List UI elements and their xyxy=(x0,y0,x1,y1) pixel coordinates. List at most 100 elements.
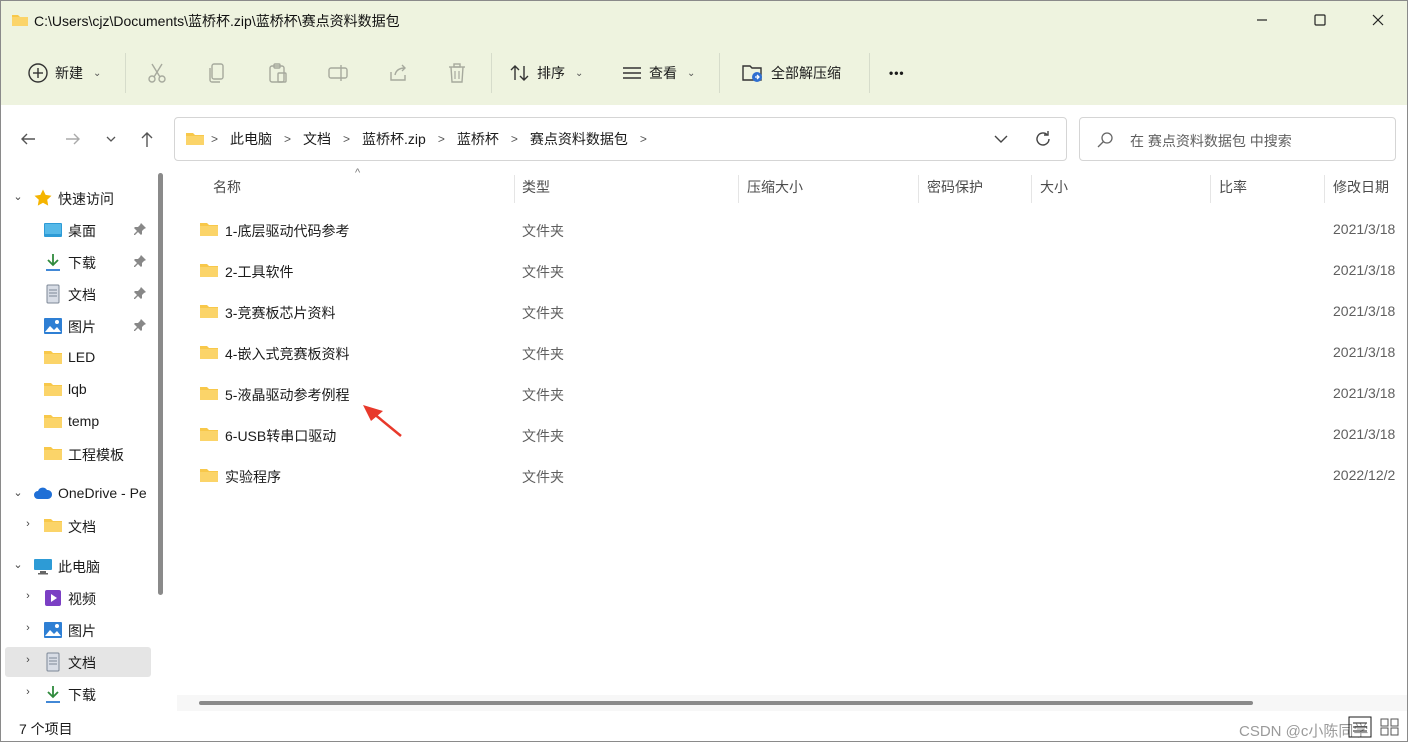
nav-item-downloads[interactable]: 下载 xyxy=(1,247,161,277)
list-view-icon xyxy=(623,67,641,79)
nav-label: 此电脑 xyxy=(58,559,100,575)
back-button[interactable] xyxy=(14,125,42,153)
column-divider[interactable] xyxy=(1031,175,1032,203)
extract-folder-icon xyxy=(742,65,762,82)
search-placeholder: 在 赛点资料数据包 中搜索 xyxy=(1130,133,1292,149)
chevron-right-icon[interactable]: › xyxy=(21,686,35,698)
paste-button[interactable] xyxy=(267,45,289,101)
delete-button[interactable] xyxy=(447,45,467,101)
share-button[interactable] xyxy=(387,45,409,101)
up-button[interactable] xyxy=(133,125,161,153)
chevron-right-icon[interactable]: > xyxy=(509,132,520,146)
scrollbar-thumb[interactable] xyxy=(199,701,1253,705)
extract-all-button[interactable]: 全部解压缩 xyxy=(741,45,841,101)
column-divider[interactable] xyxy=(1210,175,1211,203)
pin-icon[interactable] xyxy=(133,222,147,239)
breadcrumb-item[interactable]: 赛点资料数据包 xyxy=(520,129,638,149)
nav-item-onedrive-documents[interactable]: › 文档 xyxy=(1,511,161,541)
chevron-right-icon[interactable]: › xyxy=(21,622,35,634)
pin-icon[interactable] xyxy=(133,254,147,271)
nav-label: 文档 xyxy=(68,519,96,535)
address-row: > 此电脑 > 文档 > 蓝桥杯.zip > 蓝桥杯 > 赛点资料数据包 > 在… xyxy=(1,105,1407,169)
nav-item-pc-documents[interactable]: › 文档 xyxy=(1,647,161,677)
chevron-right-icon[interactable]: > xyxy=(341,132,352,146)
pin-icon[interactable] xyxy=(133,286,147,303)
nav-this-pc[interactable]: ⌄ 此电脑 xyxy=(1,551,161,581)
view-button[interactable]: 查看 ⌄ xyxy=(621,45,695,101)
file-row[interactable]: 4-嵌入式竞赛板资料 文件夹 2021/3/18 xyxy=(177,335,1407,371)
chevron-right-icon[interactable]: › xyxy=(21,654,35,666)
item-count: 7 个项目 xyxy=(19,721,73,737)
chevron-right-icon[interactable]: > xyxy=(282,132,293,146)
nav-item-temp[interactable]: temp xyxy=(1,407,161,437)
column-divider[interactable] xyxy=(514,175,515,203)
maximize-button[interactable] xyxy=(1291,1,1349,39)
column-divider[interactable] xyxy=(738,175,739,203)
copy-button[interactable] xyxy=(207,45,227,101)
title-bar[interactable]: C:\Users\cjz\Documents\蓝桥杯.zip\蓝桥杯\赛点资料数… xyxy=(1,1,1407,39)
chevron-right-icon[interactable]: > xyxy=(638,132,649,146)
rename-button[interactable] xyxy=(327,45,349,101)
command-bar: 新建 ⌄ 排序 ⌄ 查看 ⌄ 全部解压缩 ••• xyxy=(1,45,1407,101)
recent-locations-button[interactable] xyxy=(97,125,125,153)
refresh-button[interactable] xyxy=(1033,129,1053,152)
folder-icon xyxy=(199,344,219,363)
nav-item-project-template[interactable]: 工程模板 xyxy=(1,439,161,469)
nav-item-pictures[interactable]: 图片 xyxy=(1,311,161,341)
column-divider[interactable] xyxy=(1324,175,1325,203)
file-row[interactable]: 实验程序 文件夹 2022/12/2 xyxy=(177,458,1407,494)
chevron-down-icon[interactable]: ⌄ xyxy=(11,486,25,499)
breadcrumb-item[interactable]: 蓝桥杯 xyxy=(447,129,509,149)
column-divider[interactable] xyxy=(918,175,919,203)
details-view-icon[interactable] xyxy=(1345,715,1405,739)
nav-item-pc-downloads[interactable]: › 下载 xyxy=(1,679,161,709)
chevron-right-icon[interactable]: > xyxy=(436,132,447,146)
chevron-right-icon[interactable]: › xyxy=(21,590,35,602)
breadcrumb-item[interactable]: 此电脑 xyxy=(220,129,282,149)
new-button[interactable]: 新建 ⌄ xyxy=(27,45,101,101)
nav-scrollbar[interactable] xyxy=(158,173,163,595)
horizontal-scrollbar[interactable] xyxy=(177,695,1407,711)
nav-item-lqb[interactable]: lqb xyxy=(1,375,161,405)
picture-icon xyxy=(43,316,63,336)
breadcrumb-item[interactable]: 文档 xyxy=(293,129,341,149)
address-history-button[interactable] xyxy=(991,129,1011,152)
picture-icon xyxy=(43,620,63,640)
pin-icon[interactable] xyxy=(133,318,147,335)
close-button[interactable] xyxy=(1349,1,1407,39)
forward-button[interactable] xyxy=(59,125,87,153)
file-row[interactable]: 1-底层驱动代码参考 文件夹 2021/3/18 xyxy=(177,212,1407,248)
window-chrome: C:\Users\cjz\Documents\蓝桥杯.zip\蓝桥杯\赛点资料数… xyxy=(1,1,1407,105)
chevron-down-icon[interactable]: ⌄ xyxy=(11,190,25,203)
column-header-password[interactable]: 密码保护 xyxy=(927,167,983,207)
nav-onedrive[interactable]: ⌄ OneDrive - Pe xyxy=(1,479,161,509)
folder-icon xyxy=(185,130,209,149)
more-options-button[interactable]: ••• xyxy=(889,45,905,101)
column-header-size[interactable]: 大小 xyxy=(1040,167,1068,207)
column-header-compressed-size[interactable]: 压缩大小 xyxy=(747,167,803,207)
column-header-modified[interactable]: 修改日期 xyxy=(1333,167,1389,207)
file-row[interactable]: 3-竞赛板芯片资料 文件夹 2021/3/18 xyxy=(177,294,1407,330)
column-header-type[interactable]: 类型 xyxy=(522,167,550,207)
breadcrumb-item[interactable]: 蓝桥杯.zip xyxy=(352,129,436,149)
nav-item-documents[interactable]: 文档 xyxy=(1,279,161,309)
file-date: 2021/3/18 xyxy=(1333,262,1396,278)
maximize-icon xyxy=(1314,14,1326,26)
nav-item-videos[interactable]: › 视频 xyxy=(1,583,161,613)
address-bar[interactable]: > 此电脑 > 文档 > 蓝桥杯.zip > 蓝桥杯 > 赛点资料数据包 > xyxy=(174,117,1067,161)
column-header-ratio[interactable]: 比率 xyxy=(1219,167,1247,207)
sort-button[interactable]: 排序 ⌄ xyxy=(509,45,583,101)
nav-item-led[interactable]: LED xyxy=(1,343,161,373)
nav-item-pc-pictures[interactable]: › 图片 xyxy=(1,615,161,645)
nav-label: 快速访问 xyxy=(58,191,114,207)
close-icon xyxy=(1372,14,1384,26)
chevron-down-icon[interactable]: ⌄ xyxy=(11,558,25,571)
nav-item-desktop[interactable]: 桌面 xyxy=(1,215,161,245)
minimize-button[interactable] xyxy=(1233,1,1291,39)
file-row[interactable]: 2-工具软件 文件夹 2021/3/18 xyxy=(177,253,1407,289)
column-header-name[interactable]: 名称 xyxy=(213,167,241,207)
search-box[interactable]: 在 赛点资料数据包 中搜索 xyxy=(1079,117,1396,161)
cut-button[interactable] xyxy=(147,45,167,101)
chevron-right-icon[interactable]: › xyxy=(21,518,35,530)
nav-quick-access[interactable]: ⌄ 快速访问 xyxy=(1,183,161,213)
